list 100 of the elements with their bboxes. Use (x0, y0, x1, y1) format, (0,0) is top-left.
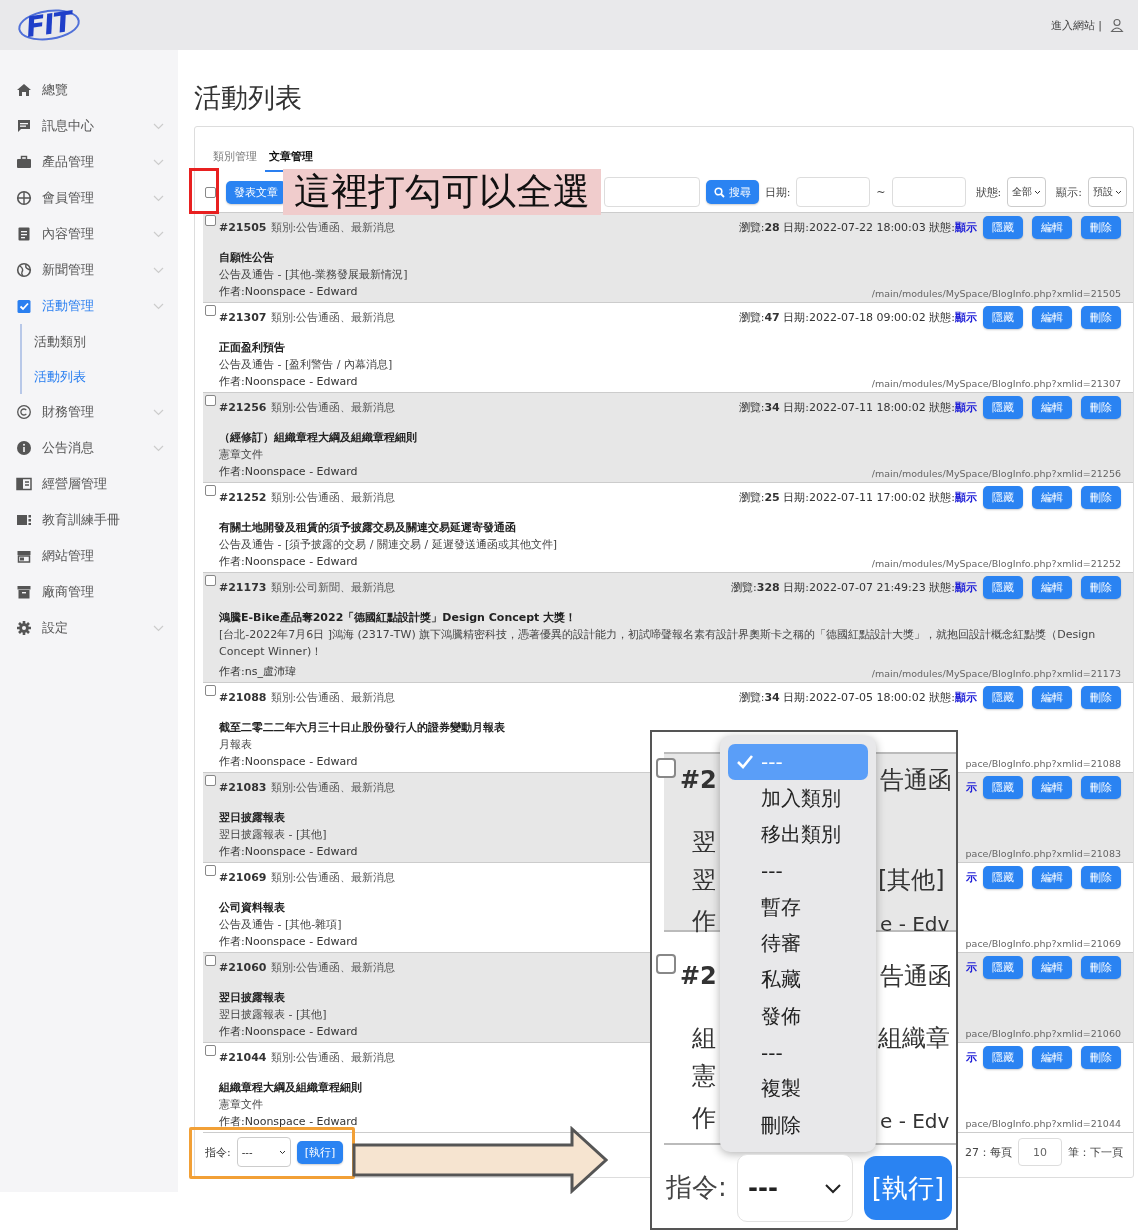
action-button[interactable]: 編輯 (1032, 686, 1072, 709)
sidebar-item[interactable]: 教育訓練手冊 (0, 502, 178, 538)
action-button[interactable]: 刪除 (1081, 686, 1121, 709)
action-button[interactable]: 刪除 (1081, 216, 1121, 239)
action-button[interactable]: 隱藏 (983, 1046, 1023, 1069)
annotation-note: 這裡打勾可以全選 (283, 169, 601, 215)
date-field[interactable] (796, 177, 871, 207)
action-button[interactable]: 隱藏 (983, 216, 1023, 239)
action-button[interactable]: 編輯 (1032, 486, 1072, 509)
sidebar-item[interactable]: 公告消息 (0, 430, 178, 466)
sidebar-item[interactable]: 活動管理 (0, 288, 178, 324)
per-page-field[interactable]: 10 (1018, 1138, 1062, 1166)
action-button[interactable]: 編輯 (1032, 956, 1072, 979)
status-link[interactable]: 顯示 (955, 310, 977, 325)
menu-option[interactable]: 待審 (728, 925, 868, 962)
sidebar-item[interactable]: 網站管理 (0, 538, 178, 574)
menu-option[interactable]: 暫存 (728, 889, 868, 926)
action-button[interactable]: 刪除 (1081, 1046, 1121, 1069)
action-button[interactable]: 隱藏 (983, 396, 1023, 419)
menu-option[interactable]: 發佈 (728, 998, 868, 1035)
row-checkbox[interactable] (656, 954, 676, 974)
action-button[interactable]: 刪除 (1081, 956, 1121, 979)
menu-option[interactable]: 私藏 (728, 961, 868, 999)
command-select[interactable]: --- (737, 1154, 853, 1222)
site-link[interactable]: 進入網站 | (1050, 17, 1102, 33)
menu-option[interactable]: 刪除 (728, 1106, 868, 1144)
row-checkbox[interactable] (205, 1045, 216, 1056)
status-link[interactable]: 示 (966, 960, 977, 975)
sidebar-item[interactable]: 廠商管理 (0, 574, 178, 610)
row-checkbox[interactable] (205, 775, 216, 786)
sidebar-item[interactable]: 經營層管理 (0, 466, 178, 502)
action-button[interactable]: 刪除 (1081, 396, 1121, 419)
menu-option[interactable]: 加入類別 (728, 780, 868, 817)
menu-option[interactable]: --- (728, 1034, 868, 1071)
sidebar-item[interactable]: 會員管理 (0, 180, 178, 216)
action-button[interactable]: 刪除 (1081, 306, 1121, 329)
post-id: #21307 (219, 311, 267, 324)
date-field[interactable] (891, 177, 966, 207)
action-button[interactable]: 編輯 (1032, 216, 1072, 239)
status-link[interactable]: 顯示 (955, 220, 977, 235)
status-link[interactable]: 顯示 (955, 490, 977, 505)
row-checkbox[interactable] (205, 215, 216, 226)
sidebar-item[interactable]: 財務管理 (0, 394, 178, 430)
status-link[interactable]: 示 (966, 870, 977, 885)
row-checkbox[interactable] (205, 865, 216, 876)
row-checkbox[interactable] (205, 575, 216, 586)
search-button[interactable]: 搜尋 (705, 180, 759, 204)
sidebar-item[interactable]: 設定 (0, 610, 178, 646)
action-button[interactable]: 刪除 (1081, 776, 1121, 799)
execute-button[interactable]: [執行] (864, 1156, 952, 1220)
status-link[interactable]: 顯示 (955, 400, 977, 415)
action-button[interactable]: 編輯 (1032, 866, 1072, 889)
action-button[interactable]: 編輯 (1032, 396, 1072, 419)
menu-option[interactable]: 複製 (728, 1070, 868, 1107)
store-icon (16, 548, 32, 564)
status-link[interactable]: 顯示 (955, 580, 977, 595)
sidebar-item[interactable]: 產品管理 (0, 144, 178, 180)
sidebar-item[interactable]: 內容管理 (0, 216, 178, 252)
sidebar-item[interactable]: 新聞管理 (0, 252, 178, 288)
status-link[interactable]: 示 (966, 1050, 977, 1065)
action-button[interactable]: 隱藏 (983, 306, 1023, 329)
pager-link[interactable]: 筆：下一頁 (1068, 1144, 1123, 1160)
action-button[interactable]: 隱藏 (983, 686, 1023, 709)
action-button[interactable]: 隱藏 (983, 956, 1023, 979)
action-button[interactable]: 編輯 (1032, 776, 1072, 799)
execute-button[interactable]: [執行] (296, 1140, 344, 1164)
action-button[interactable]: 刪除 (1081, 486, 1121, 509)
action-button[interactable]: 刪除 (1081, 866, 1121, 889)
post-title: 正面盈利預告 (219, 340, 285, 356)
action-button[interactable]: 刪除 (1081, 576, 1121, 599)
action-button[interactable]: 編輯 (1032, 576, 1072, 599)
row-checkbox[interactable] (656, 758, 676, 778)
command-select[interactable]: --- (236, 1137, 291, 1167)
tab[interactable]: 類別管理 (209, 143, 261, 172)
select-all-checkbox[interactable] (205, 186, 216, 198)
sidebar-subitem[interactable]: 活動列表 (22, 359, 178, 394)
row-checkbox[interactable] (205, 395, 216, 406)
action-button[interactable]: 隱藏 (983, 486, 1023, 509)
search-field[interactable] (603, 177, 700, 207)
menu-option[interactable]: 移出類別 (728, 816, 868, 853)
menu-option[interactable]: --- (728, 852, 868, 890)
row-checkbox[interactable] (205, 485, 216, 496)
sidebar-subitem[interactable]: 活動類別 (22, 324, 178, 359)
status-link[interactable]: 顯示 (955, 690, 977, 705)
action-button[interactable]: 隱藏 (983, 576, 1023, 599)
publish-button[interactable]: 發表文章 (226, 180, 286, 204)
sidebar-item[interactable]: 訊息中心 (0, 108, 178, 144)
action-button[interactable]: 隱藏 (983, 776, 1023, 799)
row-checkbox[interactable] (205, 685, 216, 696)
display-select[interactable]: 預設 (1088, 177, 1127, 207)
sidebar-item[interactable]: 總覽 (0, 72, 178, 108)
action-button[interactable]: 編輯 (1032, 1046, 1072, 1069)
user-icon[interactable] (1110, 18, 1124, 32)
status-select[interactable]: 全部 (1007, 177, 1047, 207)
action-button[interactable]: 隱藏 (983, 866, 1023, 889)
row-checkbox[interactable] (205, 305, 216, 316)
row-checkbox[interactable] (205, 955, 216, 966)
status-link[interactable]: 示 (966, 780, 977, 795)
post-category: 類別:公告通函、最新消息 (270, 401, 396, 414)
action-button[interactable]: 編輯 (1032, 306, 1072, 329)
